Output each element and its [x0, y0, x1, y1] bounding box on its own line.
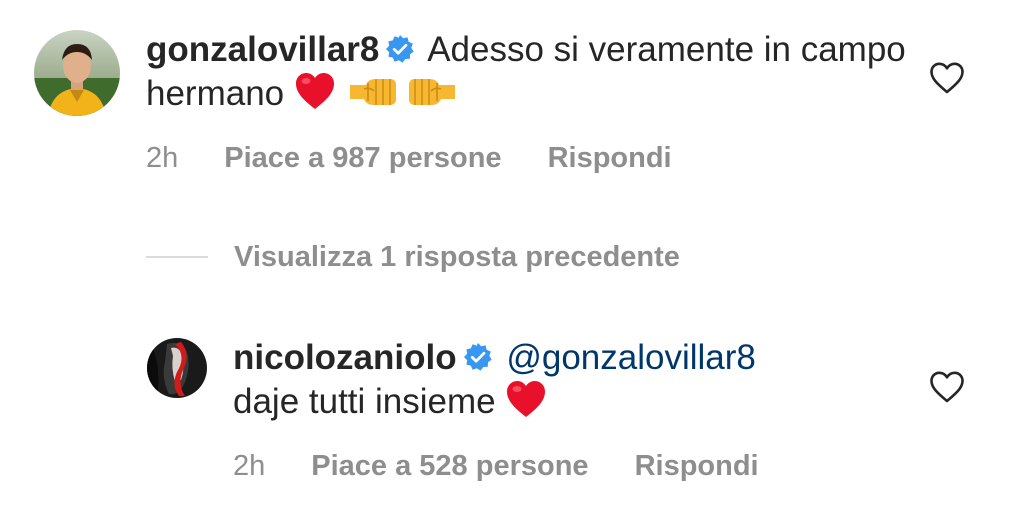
red-heart-icon	[505, 379, 547, 429]
comment-body: daje tutti insieme	[233, 382, 496, 421]
comment-meta: 2h Piace a 528 persone Rispondi	[233, 446, 759, 486]
avatar-photo-icon	[147, 338, 207, 398]
likes-count-link[interactable]: Piace a 528 persone	[311, 450, 588, 483]
avatar[interactable]	[147, 338, 207, 398]
reply-button[interactable]: Rispondi	[635, 450, 759, 483]
mention-link[interactable]: @gonzalovillar8	[506, 338, 756, 377]
comment-text: nicolozaniolo @gonzalovillar8 daje tutti…	[233, 336, 913, 429]
like-heart-icon[interactable]	[929, 370, 965, 404]
username[interactable]: nicolozaniolo	[233, 338, 457, 377]
timestamp: 2h	[233, 449, 266, 482]
verified-badge-icon	[463, 339, 493, 371]
comment-nicolozaniolo: nicolozaniolo @gonzalovillar8 daje tutti…	[0, 0, 1024, 522]
